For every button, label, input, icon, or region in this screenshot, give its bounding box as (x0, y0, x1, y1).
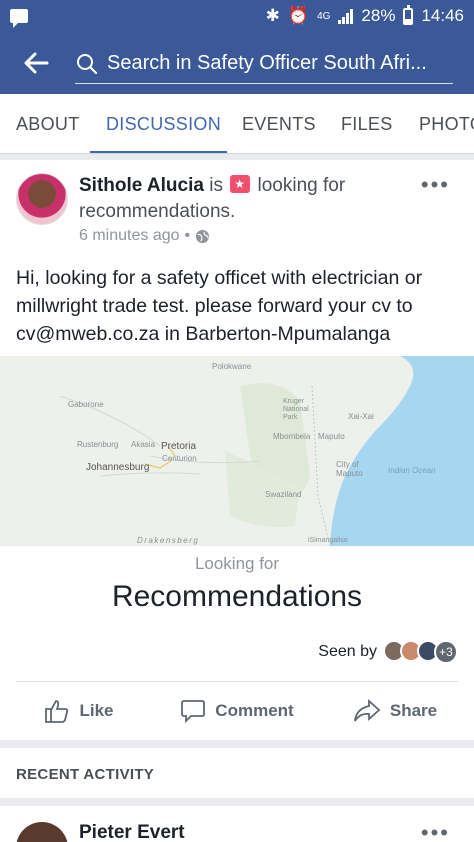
post-options-button[interactable]: ••• (421, 172, 450, 198)
status-bar: ✱ ⏰ 4G 28% 14:46 (0, 0, 474, 32)
battery-icon (403, 4, 414, 25)
battery-percentage: 28% (361, 6, 396, 25)
post-verb: is (209, 175, 223, 196)
map-label-maputo: Maputo (318, 432, 345, 441)
map-label-centurion: Centurion (162, 454, 197, 463)
group-search-header: Search in Safety Officer South Afri... (0, 32, 474, 94)
map-label-johannesburg: Johannesburg (86, 462, 150, 473)
post-card: Sithole Alucia is looking for recommenda… (0, 160, 474, 740)
post-options-button[interactable]: ••• (421, 820, 450, 842)
author-avatar[interactable] (16, 173, 68, 225)
seen-by-label: Seen by (318, 643, 377, 660)
alarm-icon: ⏰ (287, 6, 310, 25)
map-label-gaborone: Gaborone (68, 400, 104, 409)
search-icon (77, 53, 98, 74)
group-tabs: ABOUT DISCUSSION EVENTS FILES PHOTOS (0, 94, 474, 154)
bluetooth-icon: ✱ (265, 6, 280, 25)
back-button[interactable] (0, 32, 72, 94)
map-label-mbombela: Mbombela (273, 432, 311, 441)
comment-label: Comment (215, 701, 294, 720)
share-label: Share (389, 701, 438, 720)
post-header: Sithole Alucia is looking for recommenda… (79, 173, 389, 225)
search-input[interactable]: Search in Safety Officer South Afri... (75, 44, 453, 84)
tab-about[interactable]: ABOUT (16, 94, 80, 153)
map-label-xai-xai: Xai-Xai (348, 412, 374, 421)
share-button[interactable]: Share (316, 690, 474, 732)
recommendations-title: Recommendations (111, 580, 363, 613)
map-graphic (0, 356, 474, 546)
separator-dot: • (184, 227, 191, 244)
globe-icon (196, 229, 210, 243)
author-avatar[interactable] (16, 822, 68, 842)
post-body: Hi, looking for a safety officet with el… (16, 267, 423, 345)
seen-by[interactable]: Seen by +3 (318, 640, 458, 664)
comment-button[interactable]: Comment (158, 690, 316, 732)
map-label-akasia: Akasia (131, 440, 156, 449)
map-label-indian-ocean: Indian Ocean (388, 466, 436, 475)
active-tab-indicator (90, 151, 227, 153)
search-placeholder: Search in Safety Officer South Afri... (107, 52, 427, 74)
map-label-swaziland: Swaziland (265, 490, 302, 499)
like-label: Like (79, 701, 114, 720)
map-label-isimangaliso: iSimangaliso (308, 537, 348, 544)
tab-photos[interactable]: PHOTOS (419, 94, 474, 153)
post-actions: Like Comment Share (0, 690, 474, 732)
location-map[interactable]: Polokwane Gaborone Kruger National Park … (0, 356, 474, 546)
looking-for-label: Looking for (194, 554, 280, 573)
arrow-left-icon (24, 52, 49, 74)
recent-activity-section: RECENT ACTIVITY (0, 748, 474, 798)
clock: 14:46 (421, 6, 464, 25)
recommendation-badge-icon (230, 175, 251, 193)
comment-icon (181, 700, 206, 724)
like-button[interactable]: Like (0, 690, 158, 732)
tab-files[interactable]: FILES (341, 94, 393, 153)
tab-events[interactable]: EVENTS (242, 94, 316, 153)
map-label-rustenburg: Rustenburg (77, 440, 119, 449)
post-meta: 6 minutes ago • (79, 227, 210, 245)
actions-divider (16, 681, 458, 682)
tab-discussion[interactable]: DISCUSSION (106, 94, 221, 153)
thumbs-up-icon (45, 700, 69, 723)
signal-icon (338, 8, 354, 24)
recent-activity-label: RECENT ACTIVITY (16, 766, 155, 783)
network-type: 4G (317, 10, 331, 22)
map-label-kruger: Kruger National Park (283, 398, 309, 421)
share-icon (353, 698, 381, 722)
seen-extra-count: +3 (434, 640, 458, 664)
author-name[interactable]: Pieter Evert (79, 822, 185, 842)
map-label-drakensberg: Drakensberg (137, 536, 200, 545)
message-notification-icon (10, 9, 28, 28)
author-name[interactable]: Sithole Alucia (79, 175, 204, 196)
next-post-card: Pieter Evert ••• (0, 806, 474, 842)
seen-avatars: +3 (383, 640, 458, 664)
map-label-polokwane: Polokwane (212, 362, 252, 371)
map-label-pretoria: Pretoria (161, 441, 197, 452)
post-time[interactable]: 6 minutes ago (79, 227, 180, 245)
map-label-city-of-maputo: City of Maputo (336, 460, 363, 478)
